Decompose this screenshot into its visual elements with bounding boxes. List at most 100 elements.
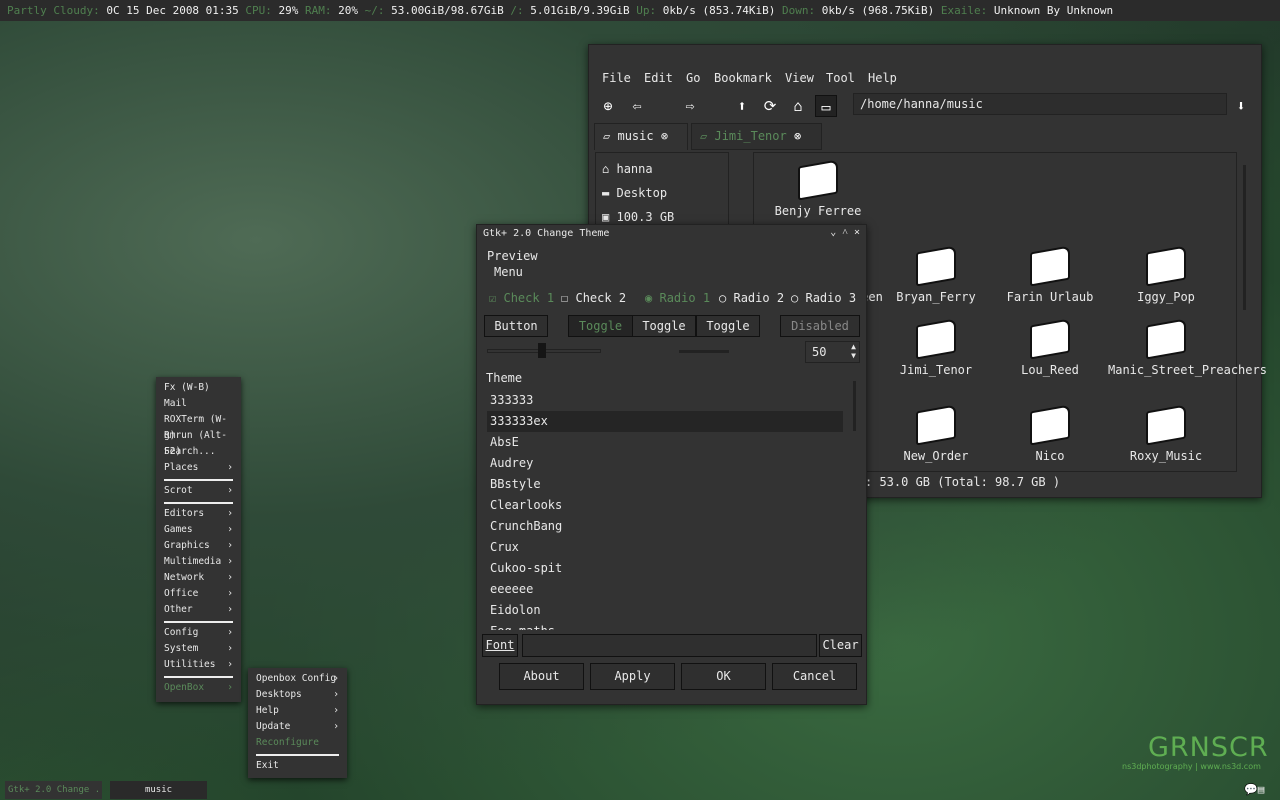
theme-item[interactable]: eeeeee (487, 579, 843, 600)
radio-2[interactable]: ○ Radio 2 (719, 291, 784, 305)
menu-item[interactable]: Search... (164, 444, 233, 460)
menu-item[interactable]: Editors › (164, 506, 233, 522)
folder-item[interactable]: Iggy_Pop (1108, 245, 1224, 304)
place-desktop[interactable]: ▬ Desktop (602, 181, 722, 205)
tab-music[interactable]: ▱ music ⊗ (594, 123, 688, 150)
menu-item[interactable]: Office › (164, 586, 233, 602)
folder-item[interactable]: New_Order (878, 404, 994, 463)
menu-file[interactable]: File (602, 71, 631, 85)
theme-item[interactable]: Audrey (487, 453, 843, 474)
taskbar-item-theme[interactable]: Gtk+ 2.0 Change ... (5, 781, 102, 799)
menu-item[interactable]: Network › (164, 570, 233, 586)
spin-arrows-icon[interactable]: ▲ ▼ (851, 342, 856, 360)
folder-item[interactable]: Farin Urlaub (992, 245, 1108, 304)
menu-go[interactable]: Go (686, 71, 700, 85)
theme-item[interactable]: Eidolon (487, 600, 843, 621)
theme-item[interactable]: Crux (487, 537, 843, 558)
menu-item[interactable]: Mail (164, 396, 233, 412)
menu-item[interactable]: Graphics › (164, 538, 233, 554)
taskbar-item-music[interactable]: music (110, 781, 207, 799)
menu-item[interactable]: Games › (164, 522, 233, 538)
submenu-item[interactable]: Update › (256, 719, 339, 735)
computer-icon[interactable]: ▭ (815, 95, 837, 117)
theme-item[interactable]: Cukoo-spit (487, 558, 843, 579)
new-tab-icon[interactable]: ⊕ (597, 95, 619, 117)
theme-item[interactable]: 333333 (487, 390, 843, 411)
folder-item[interactable]: Nico (992, 404, 1108, 463)
submenu-item[interactable]: Help › (256, 703, 339, 719)
folder-item[interactable]: Lou_Reed (992, 318, 1108, 377)
preview-button[interactable]: Button (484, 315, 548, 337)
menu-item[interactable]: Other › (164, 602, 233, 618)
theme-column-header[interactable]: Theme (486, 371, 522, 385)
clear-button[interactable]: Clear (819, 634, 862, 657)
place-hanna[interactable]: ⌂ hanna (602, 157, 722, 181)
check-1[interactable]: ☑ Check 1 (489, 291, 554, 305)
menu-view[interactable]: View (785, 71, 814, 85)
font-input[interactable] (522, 634, 817, 657)
menu-help[interactable]: Help (868, 71, 897, 85)
ok-button[interactable]: OK (681, 663, 766, 690)
toggle-2[interactable]: Toggle (632, 315, 696, 337)
menu-item[interactable]: Fx (W-B) (164, 380, 233, 396)
about-button[interactable]: About (499, 663, 584, 690)
submenu-item[interactable]: Desktops › (256, 687, 339, 703)
folder-item[interactable]: Roxy_Music (1108, 404, 1224, 463)
menu-item-label: Scrot (164, 485, 193, 496)
font-button[interactable]: Font (482, 634, 518, 657)
path-input[interactable]: /home/hanna/music (853, 93, 1227, 115)
toggle-3[interactable]: Toggle (696, 315, 760, 337)
menu-item[interactable]: System › (164, 641, 233, 657)
folder-item[interactable]: Manic_Street_Preachers (1108, 318, 1267, 377)
up-icon[interactable]: ⬆ (731, 95, 753, 117)
menu-item[interactable]: Utilities › (164, 657, 233, 673)
maximize-icon[interactable]: ˄ (842, 227, 848, 238)
close-tab-icon[interactable]: ⊗ (794, 129, 801, 143)
network-icon[interactable]: ▤ (1258, 783, 1265, 796)
menu-item[interactable]: ROXTerm (W-R) (164, 412, 233, 441)
menu-item[interactable]: Places › (164, 460, 233, 476)
chat-icon[interactable]: 💬 (1244, 783, 1258, 796)
theme-item[interactable]: CrunchBang (487, 516, 843, 537)
preview-menu[interactable]: Menu (494, 265, 523, 279)
folder-item[interactable]: Benjy Ferree (760, 159, 876, 218)
close-icon[interactable]: × (854, 227, 860, 238)
apply-button[interactable]: Apply (590, 663, 675, 690)
submenu-item[interactable]: Openbox Config › (256, 671, 339, 687)
folder-label: Benjy Ferree (774, 204, 862, 218)
home-icon[interactable]: ⌂ (787, 95, 809, 117)
menu-tool[interactable]: Tool (826, 71, 855, 85)
submenu-item[interactable]: Reconfigure (256, 735, 339, 751)
theme-item[interactable]: Clearlooks (487, 495, 843, 516)
menu-item[interactable]: Scrot › (164, 483, 233, 499)
forward-icon[interactable]: ⇨ (679, 95, 701, 117)
back-icon[interactable]: ⇦ (626, 95, 648, 117)
theme-item[interactable]: AbsE (487, 432, 843, 453)
theme-item[interactable]: BBstyle (487, 474, 843, 495)
theme-item[interactable]: Fog-maths (487, 621, 843, 630)
go-icon[interactable]: ⬇ (1230, 95, 1252, 117)
folder-item[interactable]: Jimi_Tenor (878, 318, 994, 377)
slider-handle[interactable] (538, 343, 546, 358)
menu-item[interactable]: Multimedia › (164, 554, 233, 570)
radio-1[interactable]: ◉ Radio 1 (645, 291, 710, 305)
close-tab-icon[interactable]: ⊗ (661, 129, 668, 143)
minimize-icon[interactable]: ⌄ (830, 227, 836, 238)
folder-item[interactable]: Bryan_Ferry (878, 245, 994, 304)
spin-button[interactable]: 50 ▲ ▼ (805, 341, 860, 363)
scrollbar[interactable] (1243, 165, 1246, 310)
tab-jimi-tenor[interactable]: ▱ Jimi_Tenor ⊗ (691, 123, 822, 150)
reload-icon[interactable]: ⟳ (759, 95, 781, 117)
menu-edit[interactable]: Edit (644, 71, 673, 85)
menu-bookmark[interactable]: Bookmark (714, 71, 772, 85)
submenu-item[interactable]: Exit (256, 758, 339, 774)
cancel-button[interactable]: Cancel (772, 663, 857, 690)
check-2[interactable]: ☐ Check 2 (561, 291, 626, 305)
menu-item[interactable]: Config › (164, 625, 233, 641)
theme-item[interactable]: 333333ex (487, 411, 843, 432)
toggle-1[interactable]: Toggle (568, 315, 633, 337)
radio-3[interactable]: ○ Radio 3 (791, 291, 856, 305)
menu-item[interactable]: OpenBox › (164, 680, 233, 696)
theme-list-scrollbar[interactable] (853, 381, 856, 431)
menu-item[interactable]: gmrun (Alt-F2) (164, 428, 233, 457)
